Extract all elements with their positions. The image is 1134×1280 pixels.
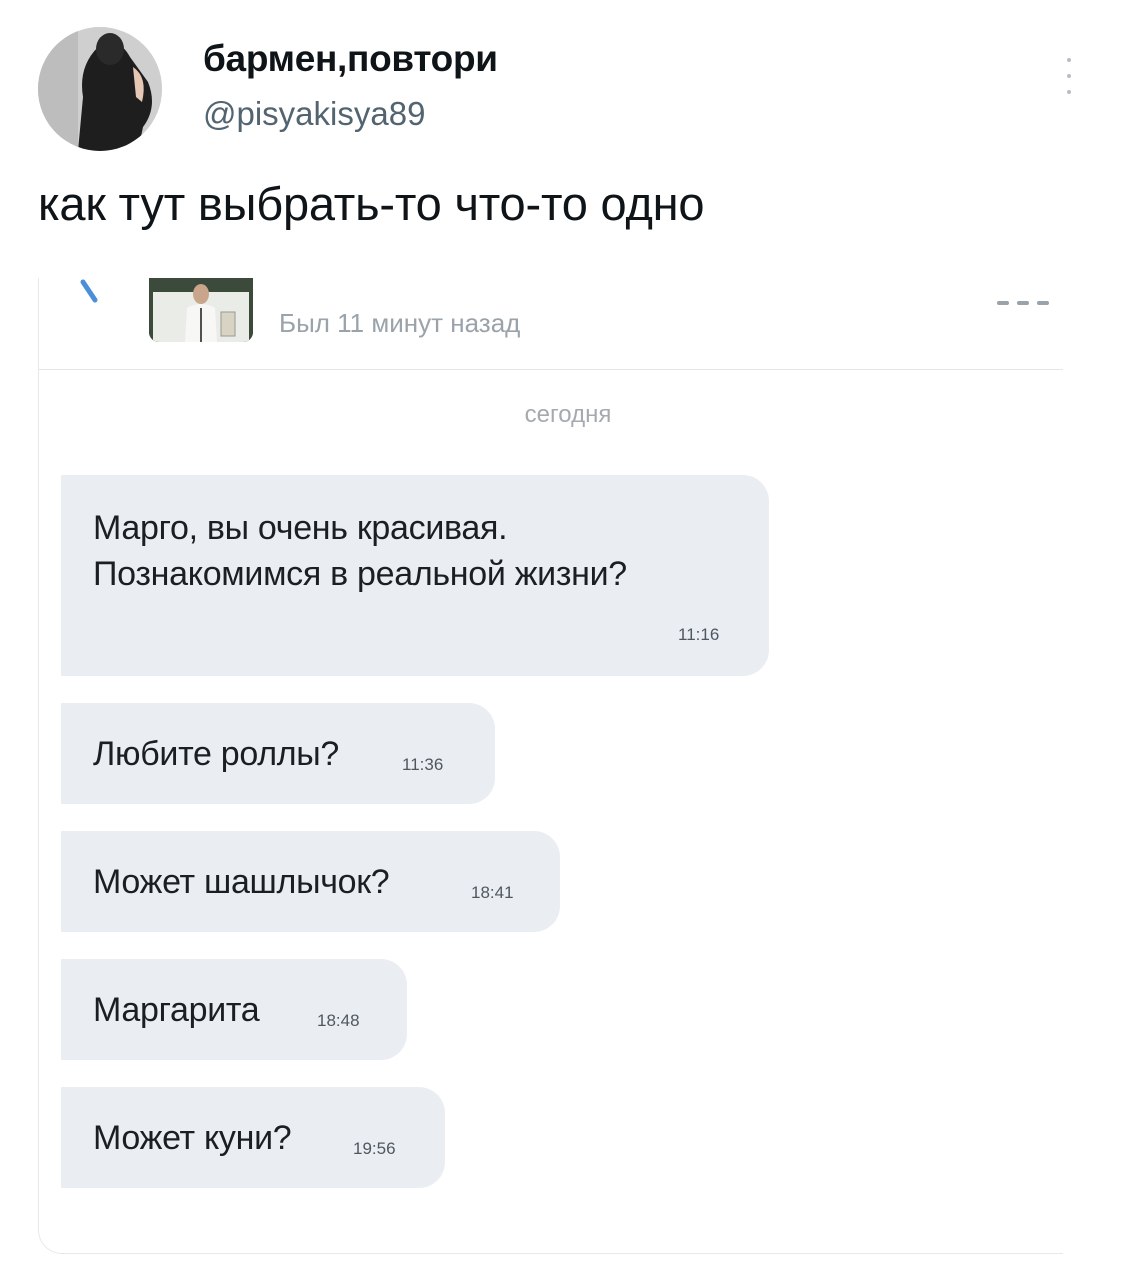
message-text: Маргарита	[93, 991, 260, 1029]
date-separator: сегодня	[524, 401, 612, 428]
back-arrow-icon	[80, 279, 98, 303]
profile-avatar[interactable]	[38, 27, 162, 151]
message-bubble[interactable]: Любите роллы? 11:36	[61, 703, 495, 804]
tweet-text: как тут выбрать-то что-то одно	[38, 177, 705, 230]
message-time: 11:36	[402, 755, 444, 774]
message-text: Может шашлычок?	[93, 863, 390, 901]
more-vertical-icon[interactable]	[1064, 58, 1074, 98]
avatar-photo	[38, 27, 162, 151]
contact-avatar	[149, 278, 253, 342]
message-bubble[interactable]: Может куни? 19:56	[61, 1087, 445, 1188]
message-text: Познакомимся в реальной жизни?	[93, 555, 627, 593]
message-time: 11:16	[678, 625, 720, 644]
tweet-media-screenshot[interactable]: Был 11 минут назад сегодня Марго, вы оче…	[38, 278, 1063, 1254]
menu-dots-icon[interactable]	[997, 292, 1057, 305]
message-time: 18:48	[317, 1011, 360, 1030]
message-time: 19:56	[353, 1139, 396, 1158]
contact-photo	[149, 278, 253, 342]
message-bubble[interactable]: Маргарита 18:48	[61, 959, 407, 1060]
user-handle[interactable]: @pisyakisya89	[203, 95, 425, 133]
last-seen-status: Был 11 минут назад	[279, 308, 521, 338]
message-text: Марго, вы очень красивая.	[93, 509, 508, 547]
display-name[interactable]: бармен,повтори	[203, 38, 498, 80]
message-time: 18:41	[471, 883, 514, 902]
header-divider	[39, 369, 1063, 370]
message-text: Любите роллы?	[93, 735, 340, 773]
message-text: Может куни?	[93, 1119, 292, 1157]
message-bubble[interactable]: Марго, вы очень красивая. Познакомимся в…	[61, 475, 769, 676]
message-bubble[interactable]: Может шашлычок? 18:41	[61, 831, 560, 932]
